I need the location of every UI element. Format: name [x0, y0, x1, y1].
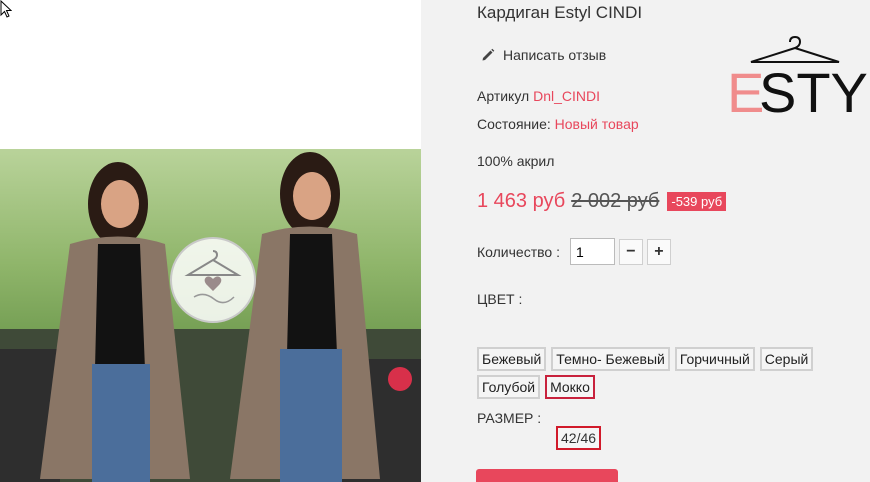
write-review-link[interactable]: Написать отзыв [481, 47, 606, 63]
color-option-mocha[interactable]: Мокко [545, 375, 595, 399]
mouse-cursor-icon [0, 0, 12, 18]
condition-label: Состояние: [477, 116, 551, 132]
color-option-grey[interactable]: Серый [759, 347, 814, 371]
svg-text:STYL: STYL [759, 61, 869, 116]
condition-value: Новый товар [554, 116, 639, 132]
old-price: 2 002 руб [571, 190, 660, 212]
color-option-blue[interactable]: Голубой [477, 375, 541, 399]
quantity-label: Количество : [477, 243, 560, 260]
add-to-cart-button[interactable] [476, 469, 618, 482]
quantity-input[interactable] [569, 238, 615, 265]
sku-row: Артикул Dnl_CINDI [477, 88, 600, 104]
product-title: Кардиган Estyl CINDI [477, 3, 643, 22]
quantity-row: Количество : − + [477, 238, 671, 265]
sku-label: Артикул [477, 88, 530, 104]
quantity-plus-button[interactable]: + [646, 238, 671, 265]
color-option-mustard[interactable]: Горчичный [674, 347, 755, 371]
price-row: 1 463 руб 2 002 руб -539 руб [477, 190, 727, 213]
composition-text: 100% акрил [477, 153, 555, 169]
quantity-minus-button[interactable]: − [618, 238, 643, 265]
product-image-column [0, 0, 421, 482]
current-price: 1 463 руб [477, 190, 566, 212]
size-label: РАЗМЕР : [477, 410, 542, 426]
hanger-heart-icon [184, 250, 242, 304]
color-label: ЦВЕТ : [477, 291, 523, 307]
size-option-42-46[interactable]: 42/46 [556, 426, 602, 450]
shop-watermark-badge [170, 237, 256, 323]
sku-value: Dnl_CINDI [533, 88, 600, 104]
color-option-dark-beige[interactable]: Темно- Бежевый [551, 347, 670, 371]
condition-row: Состояние: Новый товар [477, 116, 639, 132]
color-option-beige[interactable]: Бежевый [477, 347, 547, 371]
estyl-logo: E STYL [727, 36, 869, 116]
write-review-label: Написать отзыв [503, 47, 607, 63]
color-options: Бежевый Темно- Бежевый Горчичный Серый Г… [477, 347, 867, 399]
discount-badge: -539 руб [667, 192, 727, 211]
pencil-icon [482, 48, 495, 61]
